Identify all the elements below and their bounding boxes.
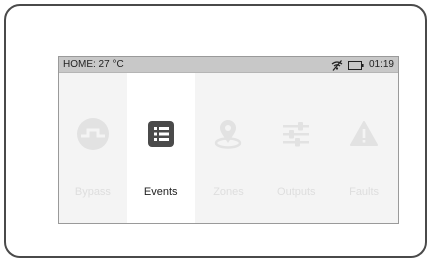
wifi-off-icon (331, 59, 343, 71)
menu-label-zones: Zones (213, 186, 244, 198)
menu-item-faults[interactable]: Faults (330, 73, 398, 223)
faults-warning-icon (347, 117, 381, 151)
panel-device-frame: HOME: 27 °C 01:19 Bypass Events Zones Ou… (4, 4, 427, 258)
menu-label-faults: Faults (349, 186, 380, 198)
bypass-icon (76, 117, 110, 151)
status-indicators: 01:19 (331, 57, 394, 73)
status-bar: HOME: 27 °C 01:19 (59, 57, 398, 73)
clock-time: 01:19 (368, 59, 394, 70)
zones-location-icon (211, 117, 245, 151)
menu-item-bypass[interactable]: Bypass (59, 73, 127, 223)
battery-icon (347, 60, 364, 70)
location-temperature: HOME: 27 °C (63, 59, 124, 70)
menu-item-outputs[interactable]: Outputs (262, 73, 330, 223)
main-menu: Bypass Events Zones Outputs Faults (59, 73, 398, 223)
menu-item-events[interactable]: Events (126, 73, 195, 223)
menu-item-zones[interactable]: Zones (195, 73, 263, 223)
menu-label-events: Events (143, 186, 178, 198)
menu-label-outputs: Outputs (277, 186, 316, 198)
menu-label-bypass: Bypass (74, 186, 111, 198)
events-list-icon (144, 117, 178, 151)
touch-screen: HOME: 27 °C 01:19 Bypass Events Zones Ou… (58, 56, 399, 224)
outputs-sliders-icon (279, 117, 313, 151)
